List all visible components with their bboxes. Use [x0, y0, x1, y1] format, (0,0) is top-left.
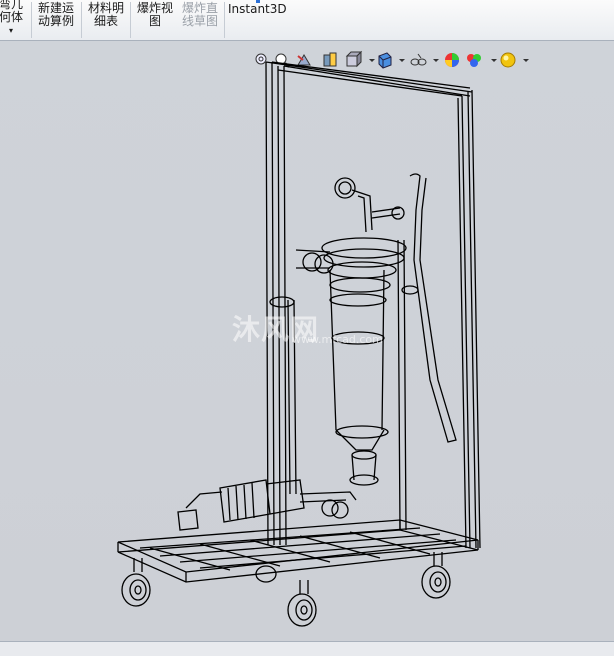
pump-head	[265, 479, 305, 515]
small-box	[177, 509, 199, 531]
frame-right-upright	[457, 89, 481, 549]
cone-ring	[349, 474, 379, 486]
vessel-ring	[329, 293, 387, 307]
vessel-ring	[329, 277, 391, 293]
caster-back-right	[421, 552, 451, 599]
pump-fitting	[331, 501, 349, 519]
pressure-gauge	[334, 177, 356, 199]
caster-front-right	[287, 580, 317, 627]
frame-left-upright	[265, 61, 287, 546]
pressure-gauge-inner	[338, 181, 352, 195]
vessel-cone	[335, 429, 385, 451]
top-pipe	[351, 189, 373, 233]
inner-column	[397, 239, 407, 531]
cone-ring	[351, 450, 377, 460]
watermark-url: www.mfcad.com	[292, 333, 383, 346]
pump-motor-fins	[227, 482, 255, 521]
caster-front-left	[121, 558, 151, 607]
top-valve	[371, 207, 401, 219]
vessel-top-ring	[321, 237, 407, 259]
inlet-hose	[185, 491, 223, 509]
vessel-ring	[327, 261, 397, 279]
frame-top-bar	[265, 61, 473, 97]
pump-fitting	[321, 499, 339, 517]
cone-ring	[335, 425, 389, 439]
side-hose	[409, 173, 457, 443]
status-bar	[0, 641, 614, 656]
